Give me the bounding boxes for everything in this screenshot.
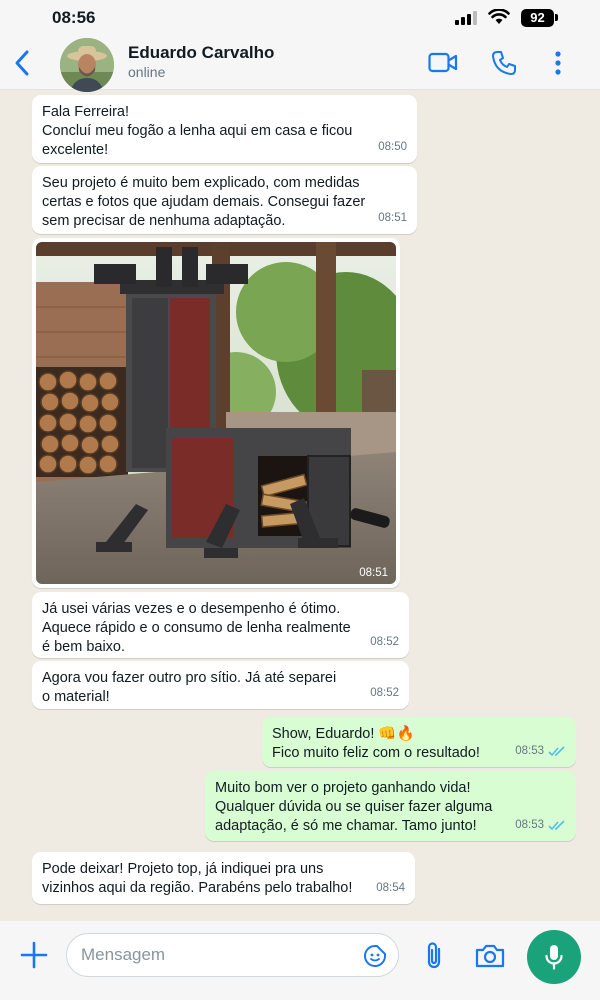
message-time-text: 08:53 <box>515 745 544 757</box>
cellular-signal-icon <box>455 11 477 25</box>
message-time: 08:52 <box>370 633 399 652</box>
message-bubble-incoming[interactable]: Pode deixar! Projeto top, já indiquei pr… <box>32 852 415 904</box>
sticker-icon[interactable] <box>363 944 387 968</box>
camera-icon[interactable] <box>474 943 506 969</box>
avatar[interactable] <box>60 38 114 92</box>
microphone-icon <box>545 945 563 970</box>
contact-status: online <box>128 64 166 80</box>
message-time-text: 08:51 <box>378 212 407 224</box>
message-time: 08:51 <box>378 209 407 228</box>
message-time: 08:52 <box>370 684 399 703</box>
back-arrow-icon[interactable] <box>10 48 34 78</box>
phone-call-icon[interactable] <box>491 50 517 76</box>
message-time: 08:53 <box>515 816 566 835</box>
plus-icon[interactable] <box>20 941 48 969</box>
stove-photo[interactable]: 08:51 <box>36 242 396 584</box>
read-receipt-icon <box>548 746 565 757</box>
image-message[interactable]: 08:51 <box>32 238 400 588</box>
message-bubble-outgoing[interactable]: Muito bom ver o projeto ganhando vida! Q… <box>205 771 576 841</box>
wifi-icon <box>488 9 510 24</box>
message-bubble-incoming[interactable]: Agora vou fazer outro pro sítio. Já até … <box>32 661 409 709</box>
battery-indicator: 92 <box>521 9 554 27</box>
message-text: Fala Ferreira! Concluí meu fogão a lenha… <box>42 104 353 158</box>
message-time-text: 08:50 <box>378 141 407 153</box>
status-time: 08:56 <box>52 8 96 27</box>
message-time: 08:54 <box>376 879 405 898</box>
attachment-clip-icon[interactable] <box>424 941 444 971</box>
message-bubble-incoming[interactable]: Fala Ferreira! Concluí meu fogão a lenha… <box>32 95 417 163</box>
chat-messages: Fala Ferreira! Concluí meu fogão a lenha… <box>0 91 600 921</box>
more-options-icon[interactable] <box>554 51 562 75</box>
message-input-bar <box>0 921 600 1000</box>
contact-name[interactable]: Eduardo Carvalho <box>128 43 274 63</box>
message-time-text: 08:53 <box>515 819 544 831</box>
message-time: 08:50 <box>378 138 407 157</box>
battery-tip <box>555 14 558 21</box>
message-text: Já usei várias vezes e o desempenho é ót… <box>42 601 351 655</box>
message-time-text: 08:52 <box>370 687 399 699</box>
message-text: Pode deixar! Projeto top, já indiquei pr… <box>42 861 353 896</box>
rocket-stove-image <box>36 242 396 584</box>
message-text: Muito bom ver o projeto ganhando vida! Q… <box>215 780 493 834</box>
message-input[interactable] <box>66 933 399 977</box>
message-text: Agora vou fazer outro pro sítio. Já até … <box>42 670 337 705</box>
message-text: Seu projeto é muito bem explicado, com m… <box>42 175 366 229</box>
image-time: 08:51 <box>359 567 388 579</box>
chat-header: Eduardo Carvalho online <box>0 36 600 92</box>
message-time-text: 08:52 <box>370 636 399 648</box>
message-bubble-incoming[interactable]: Já usei várias vezes e o desempenho é ót… <box>32 592 409 658</box>
message-time: 08:53 <box>515 742 566 761</box>
read-receipt-icon <box>548 820 565 831</box>
status-bar: 08:56 92 <box>0 0 600 36</box>
video-call-icon[interactable] <box>428 52 458 74</box>
message-bubble-incoming[interactable]: Seu projeto é muito bem explicado, com m… <box>32 166 417 234</box>
message-time-text: 08:54 <box>376 882 405 894</box>
microphone-button[interactable] <box>527 930 581 984</box>
message-bubble-outgoing[interactable]: Show, Eduardo! 👊🔥 Fico muito feliz com o… <box>262 717 576 767</box>
